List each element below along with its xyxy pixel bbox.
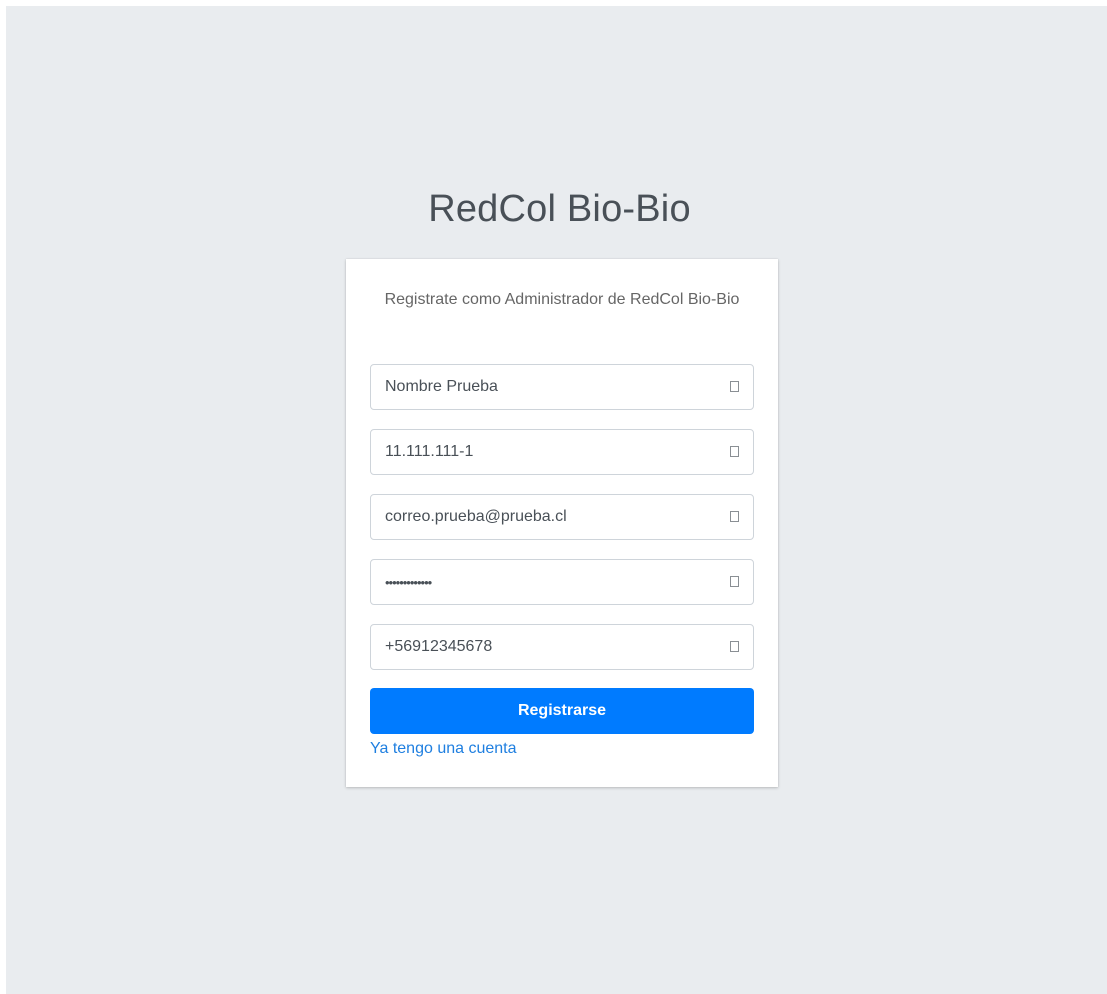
register-card: Registrate como Administrador de RedCol … xyxy=(346,259,778,787)
lock-icon xyxy=(730,576,739,587)
register-message: Registrate como Administrador de RedCol … xyxy=(384,291,740,308)
phone-field xyxy=(370,624,754,670)
name-input[interactable] xyxy=(371,365,711,409)
password-field xyxy=(370,559,754,605)
phone-icon xyxy=(730,641,739,652)
email-field xyxy=(370,494,754,540)
register-button[interactable]: Registrarse xyxy=(370,688,754,734)
rut-input[interactable] xyxy=(371,430,711,474)
brand-title: RedCol Bio-Bio xyxy=(428,188,691,230)
user-icon xyxy=(730,381,739,392)
id-card-icon xyxy=(730,446,739,457)
password-input[interactable] xyxy=(371,560,711,604)
email-input[interactable] xyxy=(371,495,711,539)
rut-field xyxy=(370,429,754,475)
phone-input[interactable] xyxy=(371,625,711,669)
envelope-icon xyxy=(730,511,739,522)
name-field xyxy=(370,364,754,410)
login-link[interactable]: Ya tengo una cuenta xyxy=(370,738,517,760)
